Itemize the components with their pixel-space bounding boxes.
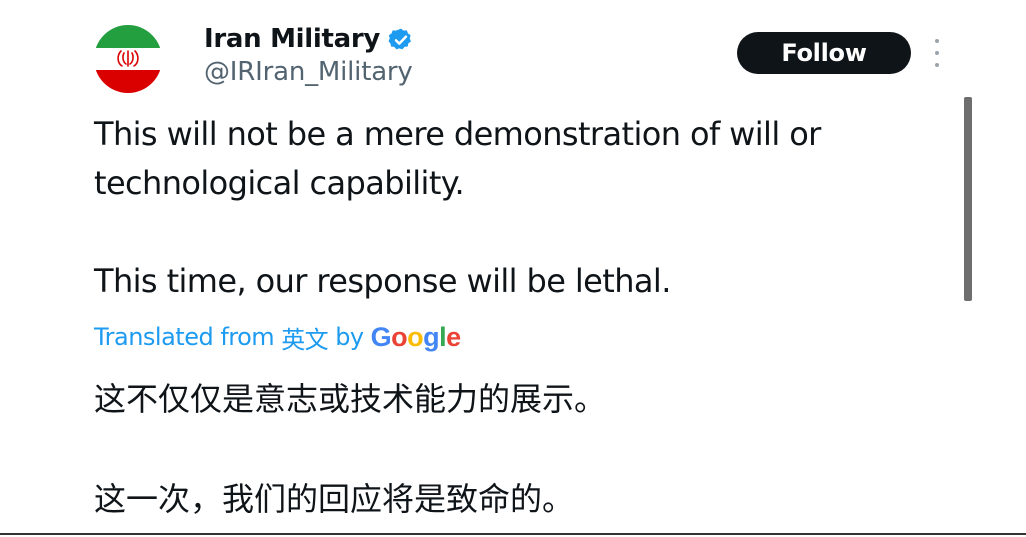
bottom-divider (0, 533, 1026, 535)
tweet-text-paragraph: This time, our response will be lethal. (94, 262, 671, 300)
more-options-icon[interactable] (930, 39, 944, 67)
author-avatar[interactable] (94, 25, 162, 93)
author-display-name[interactable]: Iran Military (204, 24, 380, 54)
more-dot (935, 63, 939, 67)
source-language: 英文 (281, 325, 329, 354)
tweet-text-paragraph: This will not be a mere demonstration of… (94, 115, 821, 202)
translated-paragraph: 这不仅仅是意志或技术能力的展示。 (94, 380, 607, 418)
translated-text: 这不仅仅是意志或技术能力的展示。 这一次，我们的回应将是致命的。 (94, 372, 954, 526)
author-name-row: Iran Military (204, 20, 414, 58)
iran-flag-icon (94, 25, 162, 93)
follow-button[interactable]: Follow (737, 32, 911, 74)
translated-by-label: by (335, 323, 364, 351)
verified-badge-icon[interactable] (388, 27, 414, 53)
scrollbar[interactable] (964, 97, 972, 301)
more-dot (935, 51, 939, 55)
google-logo: Google (370, 321, 462, 352)
tweet-text: This will not be a mere demonstration of… (94, 110, 934, 306)
translated-from-label: Translated from (94, 323, 275, 351)
translation-attribution[interactable]: Translated from 英文 by Google (94, 320, 461, 354)
translated-paragraph: 这一次，我们的回应将是致命的。 (94, 480, 575, 518)
more-dot (935, 39, 939, 43)
author-handle[interactable]: @IRIran_Military (204, 57, 413, 87)
